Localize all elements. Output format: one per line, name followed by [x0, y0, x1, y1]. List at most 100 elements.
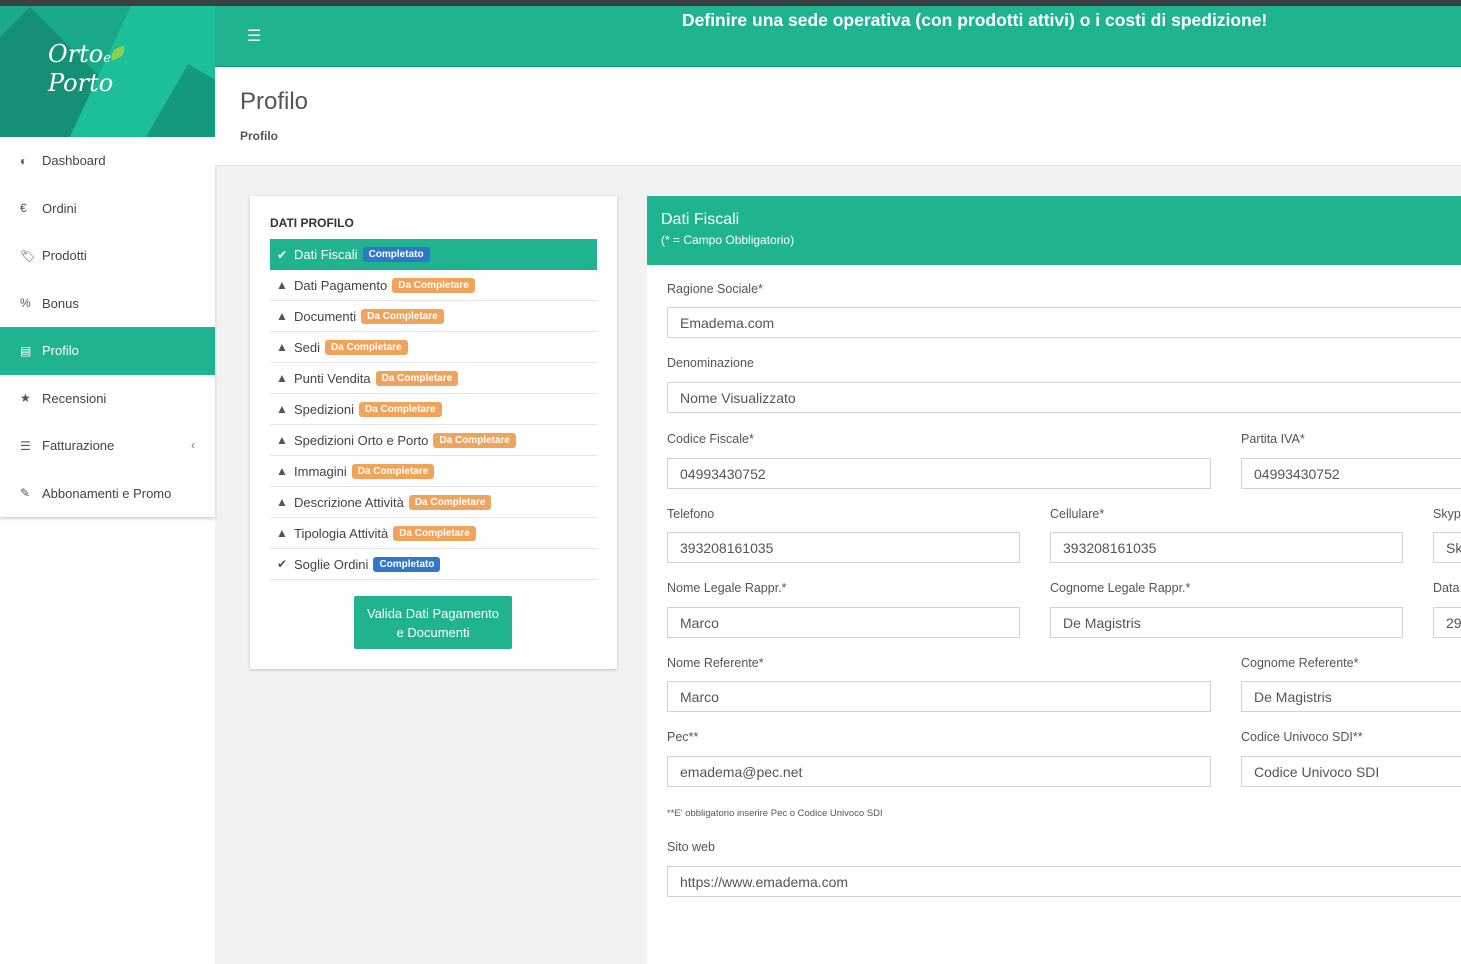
- hamburger-menu-icon[interactable]: ☰: [247, 26, 261, 46]
- sidebar-item-label: Profilo: [42, 343, 79, 359]
- page-title: Profilo: [240, 88, 309, 115]
- nome-referente-input[interactable]: [667, 681, 1211, 712]
- nome-legale-label: Nome Legale Rappr.*: [667, 581, 787, 595]
- codice-fiscale-input[interactable]: [667, 458, 1211, 489]
- partita-iva-input[interactable]: [1241, 458, 1461, 489]
- sdi-input[interactable]: [1241, 756, 1461, 787]
- denominazione-label: Denominazione: [667, 356, 754, 370]
- warning-icon: ▲: [276, 371, 288, 385]
- sidebar: Ortoe Porto ◐ Dashboard € Ordini 🏷 Prodotti% B…: [0, 6, 215, 964]
- pencil-icon: ✎: [20, 486, 31, 501]
- status-item[interactable]: ▲ Sedi Da Completare: [270, 332, 597, 363]
- page-header: Profilo Profilo: [215, 68, 1461, 166]
- status-item[interactable]: ▲ Dati Pagamento Da Completare: [270, 270, 597, 301]
- panel-title: Dati Fiscali: [661, 211, 740, 228]
- dashboard-icon: ◐: [20, 153, 28, 168]
- validate-payment-documents-button[interactable]: Valida Dati Pagamento e Documenti: [354, 596, 512, 649]
- status-item[interactable]: ▲ Documenti Da Completare: [270, 301, 597, 332]
- codice-fiscale-label: Codice Fiscale*: [667, 432, 754, 446]
- sdi-label: Codice Univoco SDI**: [1241, 730, 1363, 744]
- panel-header: Dati Fiscali (* = Campo Obbligatorio): [647, 196, 1461, 265]
- fiscal-data-panel: Dati Fiscali (* = Campo Obbligatorio) Ra…: [647, 196, 1461, 964]
- ragione-sociale-input[interactable]: [667, 307, 1461, 338]
- status-badge: Da Completare: [375, 370, 459, 386]
- status-item-label: Immagini: [294, 463, 347, 479]
- sidebar-menu: ◐ Dashboard € Ordini 🏷 Prodotti% Bonus ▤ Profilo…: [0, 137, 215, 517]
- sidebar-item-label: Bonus: [42, 295, 79, 311]
- status-badge: Completato: [373, 556, 441, 572]
- pec-sdi-note: **E' obbligatorio inserire Pec o Codice …: [667, 808, 883, 819]
- cognome-referente-label: Cognome Referente*: [1241, 656, 1359, 670]
- data-input[interactable]: [1433, 607, 1461, 638]
- euro-icon: €: [20, 201, 27, 216]
- status-badge: Da Completare: [392, 277, 475, 293]
- profile-status-card: DATI PROFILO ✔ Dati Fiscali Completato ▲ Dat…: [250, 196, 617, 669]
- card-title: DATI PROFILO: [270, 216, 354, 230]
- chevron-left-icon[interactable]: ‹: [191, 438, 195, 452]
- ragione-sociale-label: Ragione Sociale*: [667, 282, 763, 296]
- status-badge: Da Completare: [361, 308, 444, 324]
- nome-legale-input[interactable]: [667, 607, 1020, 638]
- sidebar-item-dashboard[interactable]: ◐ Dashboard: [0, 137, 215, 185]
- cognome-legale-input[interactable]: [1050, 607, 1403, 638]
- status-item[interactable]: ▲ Spedizioni Da Completare: [270, 394, 597, 425]
- check-icon: ✔: [276, 247, 288, 262]
- sidebar-item-abbonamenti-e-promo[interactable]: ✎ Abbonamenti e Promo: [0, 470, 215, 518]
- cognome-legale-label: Cognome Legale Rappr.*: [1050, 581, 1191, 595]
- status-badge: Da Completare: [393, 525, 476, 541]
- sidebar-item-label: Dashboard: [42, 153, 106, 169]
- status-item-label: Punti Vendita: [294, 370, 371, 386]
- status-item-label: Spedizioni: [294, 401, 354, 417]
- sidebar-item-label: Prodotti: [42, 248, 87, 264]
- telefono-input[interactable]: [667, 532, 1020, 563]
- status-item-label: Dati Fiscali: [294, 247, 358, 262]
- sidebar-item-prodotti[interactable]: 🏷 Prodotti: [0, 232, 215, 280]
- sidebar-item-bonus[interactable]: % Bonus: [0, 280, 215, 328]
- logo[interactable]: Ortoe Porto: [0, 6, 215, 137]
- status-badge: Da Completare: [325, 339, 408, 355]
- sito-web-input[interactable]: [667, 866, 1461, 897]
- cellulare-label: Cellulare*: [1050, 507, 1105, 521]
- pec-label: Pec**: [667, 730, 699, 744]
- status-item[interactable]: ▲ Spedizioni Orto e Porto Da Completare: [270, 425, 597, 456]
- star-icon: ★: [20, 391, 31, 406]
- sidebar-item-recensioni[interactable]: ★ Recensioni: [0, 375, 215, 423]
- sidebar-item-profilo[interactable]: ▤ Profilo: [0, 327, 215, 375]
- status-item-label: Sedi: [294, 339, 321, 355]
- status-item-label: Spedizioni Orto e Porto: [294, 432, 429, 448]
- denominazione-input[interactable]: [667, 382, 1461, 413]
- profile-status-list: ✔ Dati Fiscali Completato ▲ Dati Pagamento Da…: [270, 239, 597, 580]
- partita-iva-label: Partita IVA*: [1241, 432, 1305, 446]
- status-badge: Da Completare: [359, 401, 442, 417]
- panel-subtitle: (* = Campo Obbligatorio): [661, 233, 795, 247]
- leaf-icon: [108, 45, 128, 61]
- warning-icon: ▲: [276, 340, 288, 354]
- id-card-icon: ▤: [20, 343, 32, 358]
- sidebar-item-label: Fatturazione: [42, 438, 115, 454]
- sidebar-item-label: Recensioni: [42, 390, 107, 406]
- sidebar-item-ordini[interactable]: € Ordini: [0, 185, 215, 233]
- status-item[interactable]: ▲ Immagini Da Completare: [270, 456, 597, 487]
- cognome-referente-input[interactable]: [1241, 681, 1461, 712]
- warning-notice: Definire una sede operativa (con prodott…: [682, 10, 1268, 30]
- warning-icon: ▲: [276, 464, 288, 478]
- status-item-label: Soglie Ordini: [294, 556, 369, 572]
- cellulare-input[interactable]: [1050, 532, 1403, 563]
- warning-icon: ▲: [276, 309, 288, 323]
- status-item-label: Descrizione Attività: [294, 494, 404, 510]
- skype-input[interactable]: [1433, 532, 1461, 563]
- status-item[interactable]: ▲ Tipologia Attività Da Completare: [270, 518, 597, 549]
- status-item[interactable]: ✔ Soglie Ordini Completato: [270, 549, 597, 580]
- status-badge: Da Completare: [408, 494, 492, 510]
- status-item[interactable]: ▲ Punti Vendita Da Completare: [270, 363, 597, 394]
- warning-icon: ▲: [276, 402, 288, 416]
- status-item[interactable]: ▲ Descrizione Attività Da Completare: [270, 487, 597, 518]
- status-item[interactable]: ✔ Dati Fiscali Completato: [270, 239, 597, 270]
- logo-text: Ortoe Porto: [48, 42, 138, 95]
- warning-icon: ▲: [276, 433, 288, 447]
- pec-input[interactable]: [667, 756, 1211, 787]
- skype-label: Skyp: [1433, 507, 1461, 521]
- sidebar-item-fatturazione[interactable]: ☰ Fatturazione ‹: [0, 422, 215, 470]
- warning-icon: ▲: [276, 526, 288, 540]
- warning-icon: ▲: [276, 495, 288, 509]
